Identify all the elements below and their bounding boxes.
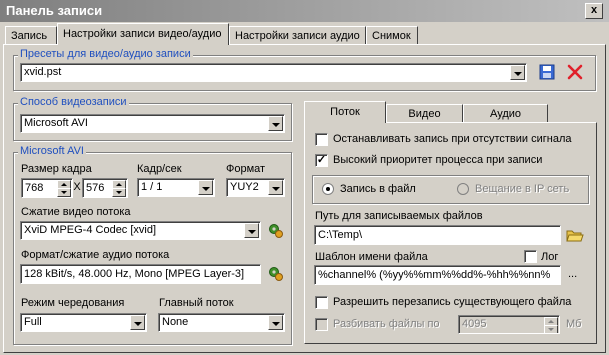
tab-snapshot[interactable]: Снимок [366, 26, 418, 45]
log-checkbox[interactable] [524, 250, 537, 263]
fps-select[interactable]: 1 / 1 [137, 178, 215, 197]
master-stream-select[interactable]: None [158, 313, 285, 332]
broadcast-ip-radio[interactable] [457, 183, 469, 195]
delete-preset-button[interactable] [566, 63, 584, 81]
size-separator: X [73, 181, 81, 193]
chevron-down-icon[interactable] [198, 180, 213, 195]
video-codec-value: XviD MPEG-4 Codec [xvid] [24, 224, 157, 236]
chevron-down-icon[interactable] [268, 180, 283, 195]
tab-audio-settings[interactable]: Настройки записи аудио [229, 26, 366, 45]
stop-on-no-signal-checkbox[interactable] [315, 133, 328, 146]
split-unit-label: Мб [566, 318, 582, 330]
capture-method-value: Microsoft AVI [24, 117, 88, 129]
filename-template-input[interactable]: %channel% (%yy%%mm%%dd%-%hh%%nn% [314, 265, 561, 285]
check-icon: ✓ [316, 154, 327, 166]
codec-settings-icon [269, 267, 283, 281]
interleave-select[interactable]: Full [20, 313, 147, 332]
tab-label: Видео [408, 108, 441, 120]
tab-label: Настройки записи аудио [235, 30, 360, 42]
format-value: YUY2 [230, 181, 259, 193]
audio-format-label: Формат/сжатие аудио потока [21, 249, 170, 261]
spin-down-icon[interactable] [57, 188, 71, 197]
height-value: 576 [86, 182, 105, 194]
high-priority-label: Высокий приоритет процесса при записи [333, 154, 543, 166]
close-button[interactable]: x [585, 3, 603, 19]
audio-format-settings-button[interactable] [267, 265, 285, 283]
master-stream-value: None [162, 316, 189, 328]
master-stream-label: Главный поток [159, 297, 234, 309]
record-path-input[interactable]: C:\Temp\ [314, 225, 561, 245]
spin-down-icon[interactable] [544, 325, 558, 333]
tab-record[interactable]: Запись [5, 26, 57, 45]
allow-overwrite-checkbox[interactable] [315, 296, 328, 309]
presets-legend: Пресеты для видео/аудио записи [18, 48, 193, 60]
chevron-down-icon[interactable] [244, 223, 259, 238]
template-more-button[interactable]: ... [568, 268, 577, 280]
tab-label: Поток [330, 106, 360, 118]
high-priority-checkbox[interactable]: ✓ [315, 154, 328, 167]
chevron-down-icon[interactable] [268, 116, 283, 131]
width-value: 768 [25, 182, 44, 194]
tab-label: Снимок [372, 30, 411, 42]
width-spinner[interactable]: 768 [21, 178, 73, 198]
avi-legend: Microsoft AVI [18, 145, 86, 157]
frame-size-label: Размер кадра [21, 163, 92, 175]
tab-video-audio-settings[interactable]: Настройки записи видео/аудио [57, 23, 229, 45]
fps-value: 1 / 1 [141, 181, 163, 193]
audio-format-field[interactable]: 128 kBit/s, 48.000 Hz, Mono [MPEG Layer-… [20, 264, 261, 284]
audio-format-value: 128 kBit/s, 48.000 Hz, Mono [MPEG Layer-… [24, 268, 245, 280]
broadcast-ip-label: Вещание в IP сеть [475, 183, 570, 195]
tab-label: Аудио [489, 108, 522, 120]
subtab-video[interactable]: Видео [386, 104, 463, 123]
split-files-label: Разбивать файлы по [333, 318, 440, 330]
tab-label: Запись [11, 30, 48, 42]
video-codec-settings-button[interactable] [267, 222, 285, 240]
subtab-audio[interactable]: Аудио [463, 104, 548, 123]
record-to-file-label: Запись в файл [340, 183, 416, 195]
format-select[interactable]: YUY2 [226, 178, 285, 197]
video-compression-label: Сжатие видео потока [21, 206, 131, 218]
chevron-down-icon[interactable] [130, 315, 145, 330]
codec-settings-icon [269, 224, 283, 238]
split-size-value: 4095 [462, 318, 487, 330]
save-preset-button[interactable] [538, 63, 556, 81]
capture-method-legend: Способ видеозаписи [18, 96, 129, 108]
record-path-label: Путь для записываемых файлов [315, 210, 483, 222]
stop-on-no-signal-label: Останавливать запись при отсутствии сигн… [333, 133, 572, 145]
preset-value: xvid.pst [24, 66, 62, 78]
split-files-checkbox[interactable] [315, 318, 328, 331]
log-label: Лог [541, 251, 559, 263]
filename-template-value: %channel% (%yy%%mm%%dd%-%hh%%nn% [318, 269, 551, 281]
browse-folder-button[interactable] [566, 226, 584, 244]
close-icon: x [590, 4, 598, 16]
window-title-bar: Панель записи [0, 0, 609, 22]
fps-label: Кадр/сек [137, 163, 182, 175]
subtab-stream[interactable]: Поток [304, 101, 386, 123]
video-codec-select[interactable]: XviD MPEG-4 Codec [xvid] [20, 221, 261, 240]
capture-method-select[interactable]: Microsoft AVI [20, 114, 285, 133]
tab-label: Настройки записи видео/аудио [63, 28, 222, 40]
window-title: Панель записи [6, 3, 103, 18]
interleave-value: Full [24, 316, 42, 328]
format-label: Формат [226, 163, 266, 175]
filename-template-label: Шаблон имени файла [315, 251, 428, 263]
split-size-spinner[interactable]: 4095 [458, 315, 560, 334]
chevron-down-icon[interactable] [510, 65, 525, 80]
interleave-label: Режим чередования [21, 297, 125, 309]
record-to-file-radio[interactable] [322, 183, 334, 195]
delete-icon [567, 64, 583, 80]
save-icon [539, 64, 555, 80]
height-spinner[interactable]: 576 [82, 178, 128, 198]
spin-down-icon[interactable] [112, 188, 126, 197]
preset-select[interactable]: xvid.pst [20, 63, 527, 82]
allow-overwrite-label: Разрешить перезапись существующего файла [333, 296, 572, 308]
chevron-down-icon[interactable] [268, 315, 283, 330]
folder-icon [566, 230, 584, 242]
record-path-value: C:\Temp\ [318, 229, 363, 241]
